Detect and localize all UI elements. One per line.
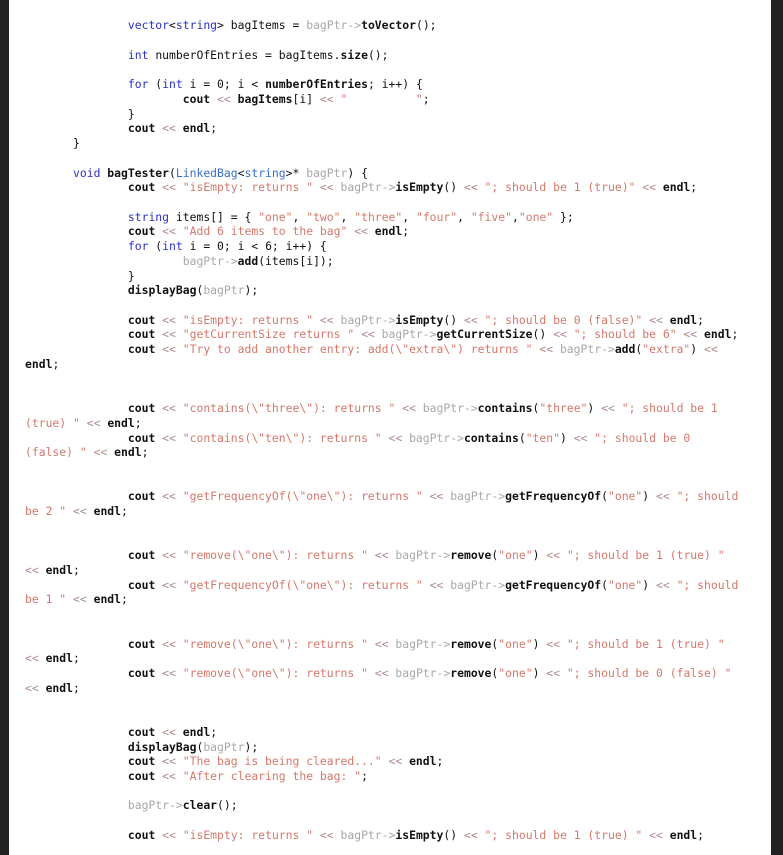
token-keyword: vector bbox=[127, 18, 170, 33]
code-line: } bbox=[73, 106, 135, 121]
code-line: cout << "isEmpty: returns " << bagPtr->i… bbox=[127, 180, 698, 195]
code-line: cout << "contains(\"three\"): returns " … bbox=[127, 401, 718, 416]
code-line: cout << "getFrequencyOf(\"one\"): return… bbox=[127, 489, 739, 504]
token-type: LinkedBag bbox=[175, 165, 238, 180]
code-line: cout << "The bag is being cleared..." <<… bbox=[127, 754, 444, 769]
code-line: vector<string> bagItems = bagPtr->toVect… bbox=[127, 18, 437, 33]
code-line: cout << "remove(\"one\"): returns " << b… bbox=[127, 548, 725, 563]
code-line-wrap: << endl; bbox=[25, 680, 80, 695]
code-line: cout << "remove(\"one\"): returns " << b… bbox=[127, 666, 732, 681]
code-line-wrap: be 2 " << endl; bbox=[25, 504, 128, 519]
code-line-wrap: (false) " << endl; bbox=[25, 445, 149, 460]
token-function: bagTester bbox=[107, 165, 170, 180]
code-line: bagPtr->clear(); bbox=[127, 798, 238, 813]
code-line: displayBag(bagPtr); bbox=[127, 739, 259, 754]
code-viewer-page: vector<string> bagItems = bagPtr->toVect… bbox=[0, 0, 783, 855]
code-listing[interactable]: vector<string> bagItems = bagPtr->toVect… bbox=[9, 18, 771, 855]
code-line: cout << "remove(\"one\"): returns " << b… bbox=[127, 636, 725, 651]
code-line-wrap: << endl; bbox=[25, 562, 80, 577]
code-line: cout << "Try to add another entry: add(\… bbox=[127, 342, 718, 357]
code-line: int numberOfEntries = bagItems.size(); bbox=[127, 47, 389, 62]
code-line: } bbox=[73, 136, 80, 151]
token-keyword: string bbox=[175, 18, 218, 33]
code-line: string items[] = { "one", "two", "three"… bbox=[127, 209, 574, 224]
token-variable: bagPtr bbox=[306, 18, 348, 33]
code-line: displayBag(bagPtr); bbox=[127, 283, 259, 298]
code-line: cout << endl; bbox=[127, 724, 218, 739]
code-line: cout << "isEmpty: returns " << bagPtr->i… bbox=[127, 312, 705, 327]
code-line: bagPtr->add(items[i]); bbox=[182, 253, 334, 268]
code-line: cout << "contains(\"ten\"): returns " <<… bbox=[127, 430, 691, 445]
window-edge-left bbox=[0, 0, 9, 855]
code-line-wrap: be 1 " << endl; bbox=[25, 592, 128, 607]
code-line: cout << endl; bbox=[127, 121, 218, 136]
code-line: cout << bagItems[i] << " "; bbox=[182, 91, 430, 106]
window-edge-right bbox=[771, 0, 783, 855]
code-line: cout << "getCurrentSize returns " << bag… bbox=[127, 327, 739, 342]
code-line-wrap: endl; bbox=[25, 356, 60, 371]
code-line: for (int i = 0; i < 6; i++) { bbox=[127, 239, 327, 254]
code-line: cout << "After clearing the bag: "; bbox=[127, 769, 368, 784]
code-line: cout << "getFrequencyOf(\"one\"): return… bbox=[127, 577, 739, 592]
code-line: cout << "isEmpty: returns " << bagPtr->i… bbox=[127, 827, 705, 842]
code-line-wrap: (true) " << endl; bbox=[25, 415, 142, 430]
code-line: } bbox=[73, 268, 135, 283]
code-line: for (int i = 0; i < numberOfEntries; i++… bbox=[127, 77, 423, 92]
code-line: cout << "Add 6 items to the bag" << endl… bbox=[127, 224, 410, 239]
code-line: void bagTester(LinkedBag<string>* bagPtr… bbox=[73, 165, 368, 180]
code-surface[interactable]: vector<string> bagItems = bagPtr->toVect… bbox=[9, 0, 771, 855]
token-method: toVector bbox=[361, 18, 416, 33]
code-line-wrap: << endl; bbox=[25, 651, 80, 666]
